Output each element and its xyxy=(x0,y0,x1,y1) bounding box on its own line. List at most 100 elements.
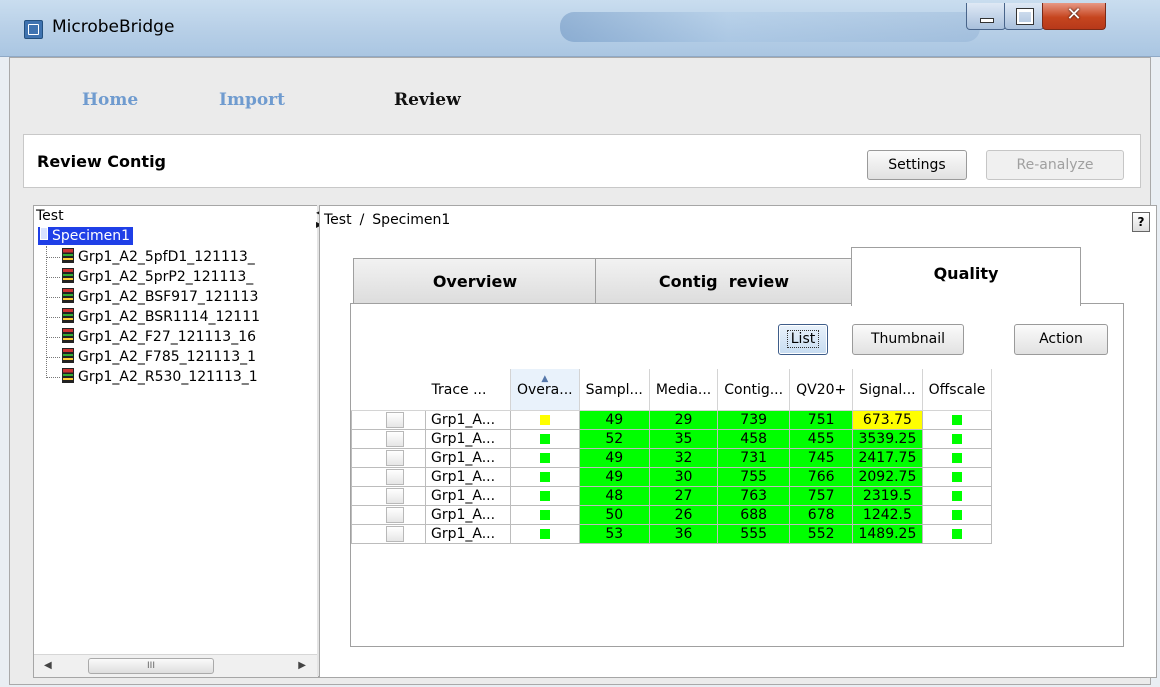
settings-button[interactable]: Settings xyxy=(867,150,967,180)
row-checkbox-cell xyxy=(351,467,426,487)
row-checkbox-cell xyxy=(351,448,426,468)
contig-cell: 739 xyxy=(717,410,791,430)
offscale-status-indicator xyxy=(951,453,962,463)
trace-file-icon xyxy=(62,288,74,303)
table-row[interactable]: Grp1_A... 50 26 688 678 1242.5 xyxy=(351,505,993,525)
table-row[interactable]: Grp1_A... 53 36 555 552 1489.25 xyxy=(351,524,993,544)
tree-item[interactable]: Grp1_A2_5prP2_121113_ xyxy=(46,267,318,287)
tree-horizontal-scrollbar[interactable]: ◀ III ▶ xyxy=(34,654,318,677)
column-header-qv20[interactable]: QV20+ xyxy=(789,369,854,411)
offscale-cell xyxy=(921,410,993,430)
tab-overview[interactable]: Overview xyxy=(353,258,597,306)
trace-cell: Grp1_A... xyxy=(425,467,511,487)
offscale-cell xyxy=(921,467,993,487)
minimize-button[interactable] xyxy=(966,3,1006,30)
breadcrumb-root[interactable]: Test xyxy=(324,212,352,228)
nav-home[interactable]: Home xyxy=(82,90,138,110)
tree-item[interactable]: Grp1_A2_F27_121113_16 xyxy=(46,327,318,347)
tree-connector xyxy=(46,376,60,378)
scroll-left-icon[interactable]: ◀ xyxy=(44,660,52,671)
overall-status-indicator xyxy=(539,434,550,444)
tab-quality[interactable]: Quality xyxy=(851,247,1081,306)
thumbnail-view-button[interactable]: Thumbnail xyxy=(852,324,964,355)
column-header-trace[interactable]: Trace ... xyxy=(425,369,511,411)
overall-status-indicator xyxy=(539,415,550,425)
qv20-cell: 757 xyxy=(789,486,854,506)
tree-connector xyxy=(46,356,60,358)
row-checkbox-cell xyxy=(351,410,426,430)
help-icon[interactable]: ? xyxy=(1132,212,1150,232)
tree-item[interactable]: Grp1_A2_BSF917_121113 xyxy=(46,287,318,307)
row-checkbox-cell xyxy=(351,429,426,449)
specimen-tree: Test Specimen1 Grp1_A2_5pfD1_121113_ Grp… xyxy=(33,205,319,678)
offscale-cell xyxy=(921,429,993,449)
nav-import[interactable]: Import xyxy=(219,90,285,110)
overall-cell xyxy=(510,429,580,449)
row-checkbox[interactable] xyxy=(386,469,404,485)
trace-file-icon xyxy=(62,348,74,363)
overall-cell xyxy=(510,505,580,525)
overall-status-indicator xyxy=(539,529,550,539)
contig-cell: 763 xyxy=(717,486,791,506)
nav-review[interactable]: Review xyxy=(394,90,461,110)
row-checkbox[interactable] xyxy=(386,412,404,428)
qv20-cell: 552 xyxy=(789,524,854,544)
close-button[interactable]: ✕ xyxy=(1042,3,1106,30)
table-row[interactable]: Grp1_A... 49 30 755 766 2092.75 xyxy=(351,467,993,487)
column-header-contig[interactable]: Contig... xyxy=(717,369,791,411)
tree-item[interactable]: Grp1_A2_R530_121113_1 xyxy=(46,367,318,387)
row-checkbox[interactable] xyxy=(386,507,404,523)
offscale-status-indicator xyxy=(951,510,962,520)
overall-status-indicator xyxy=(539,472,550,482)
signal-cell: 2092.75 xyxy=(852,467,923,487)
qv20-cell: 745 xyxy=(789,448,854,468)
quality-content: List Thumbnail Action Trace ... ▲ Overa..… xyxy=(350,303,1124,647)
column-header-sample[interactable]: Sampl... xyxy=(579,369,650,411)
row-checkbox[interactable] xyxy=(386,431,404,447)
tree-connector xyxy=(46,336,60,338)
reanalyze-button[interactable]: Re-analyze xyxy=(986,150,1124,180)
action-button[interactable]: Action xyxy=(1014,324,1108,355)
select-column-header xyxy=(351,369,426,411)
signal-cell: 1489.25 xyxy=(852,524,923,544)
offscale-cell xyxy=(921,505,993,525)
column-header-overall[interactable]: ▲ Overa... xyxy=(510,369,580,411)
trace-file-icon xyxy=(62,328,74,343)
table-row[interactable]: Grp1_A... 49 32 731 745 2417.75 xyxy=(351,448,993,468)
scroll-thumb[interactable]: III xyxy=(88,658,214,674)
breadcrumb: Test / Specimen1 xyxy=(324,212,450,228)
quality-table: Trace ... ▲ Overa... Sampl... Media... Co… xyxy=(351,369,993,544)
scroll-right-icon[interactable]: ▶ xyxy=(298,660,306,671)
column-header-signal[interactable]: Signal... xyxy=(852,369,923,411)
column-header-median[interactable]: Media... xyxy=(649,369,719,411)
sample-cell: 49 xyxy=(578,410,650,430)
tree-specimen-label: Specimen1 xyxy=(52,228,131,244)
row-checkbox[interactable] xyxy=(386,526,404,542)
tree-item[interactable]: Grp1_A2_BSR1114_12111 xyxy=(46,307,318,327)
row-checkbox[interactable] xyxy=(386,450,404,466)
tree-item-label: Grp1_A2_BSR1114_12111 xyxy=(78,309,261,325)
tree-item[interactable]: Grp1_A2_5pfD1_121113_ xyxy=(46,247,318,267)
tree-item[interactable]: Grp1_A2_F785_121113_1 xyxy=(46,347,318,367)
review-header: Review Contig Settings Re-analyze xyxy=(23,134,1141,188)
table-row[interactable]: Grp1_A... 49 29 739 751 673.75 xyxy=(351,410,993,430)
qv20-cell: 455 xyxy=(789,429,854,449)
row-checkbox[interactable] xyxy=(386,488,404,504)
tree-specimen-node[interactable]: Specimen1 xyxy=(38,227,134,245)
column-header-offscale[interactable]: Offscale xyxy=(922,369,993,411)
tab-contig-review[interactable]: Contig review xyxy=(595,258,853,306)
app-icon xyxy=(24,20,43,39)
tree-root-node[interactable]: Test xyxy=(36,208,64,224)
list-view-button[interactable]: List xyxy=(778,324,828,355)
trace-file-icon xyxy=(62,268,74,283)
contig-cell: 755 xyxy=(717,467,791,487)
qv20-cell: 751 xyxy=(789,410,854,430)
row-checkbox-cell xyxy=(351,486,426,506)
qv20-cell: 678 xyxy=(789,505,854,525)
window-title: MicrobeBridge xyxy=(52,17,175,37)
maximize-button[interactable] xyxy=(1004,3,1044,30)
table-row[interactable]: Grp1_A... 52 35 458 455 3539.25 xyxy=(351,429,993,449)
tree-connector xyxy=(46,256,60,258)
table-row[interactable]: Grp1_A... 48 27 763 757 2319.5 xyxy=(351,486,993,506)
tree-connector xyxy=(46,296,60,298)
